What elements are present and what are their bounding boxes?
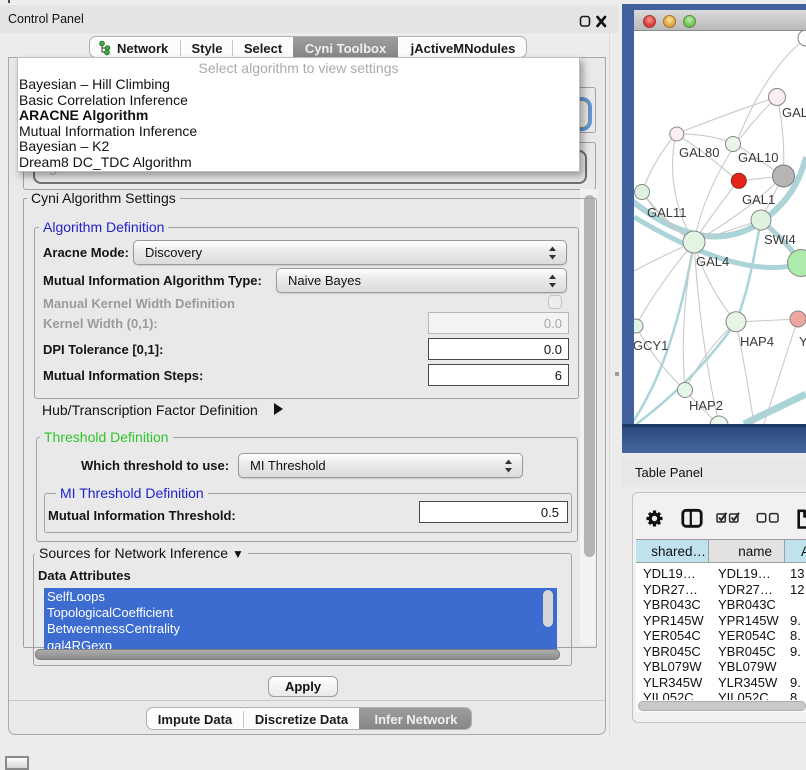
- svg-text:GAL80: GAL80: [679, 145, 719, 160]
- svg-text:HAP2: HAP2: [689, 398, 723, 413]
- svg-text:SWI4: SWI4: [764, 232, 796, 247]
- svg-text:GCY1: GCY1: [634, 338, 668, 353]
- svg-text:HAP4: HAP4: [740, 334, 774, 349]
- svg-text:Y: Y: [799, 334, 806, 349]
- svg-text:GAL11: GAL11: [647, 205, 687, 220]
- svg-text:GAL1: GAL1: [742, 192, 775, 207]
- svg-text:GAL4: GAL4: [696, 254, 729, 269]
- svg-text:GAL: GAL: [782, 105, 806, 120]
- svg-text:GAL10: GAL10: [738, 150, 778, 165]
